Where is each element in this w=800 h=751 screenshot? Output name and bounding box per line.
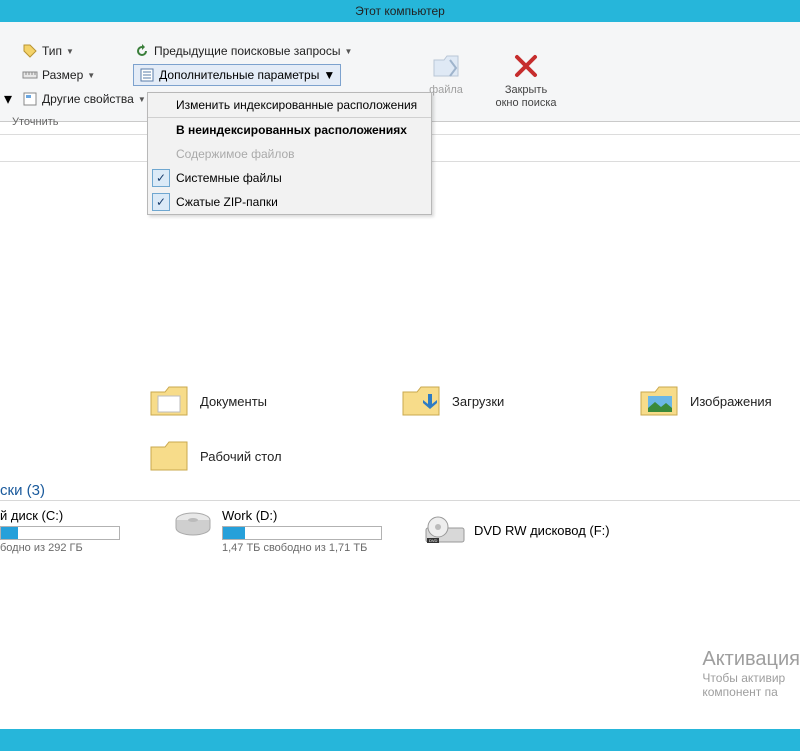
folder-icon [148,437,190,475]
folder-label: Изображения [690,394,772,409]
svg-text:DVD: DVD [429,538,438,543]
drive-d[interactable]: Work (D:) 1,47 ТБ свободно из 1,71 ТБ [172,508,382,554]
advanced-options-label: Дополнительные параметры [159,68,319,82]
menu-header-nonindexed: В неиндексированных расположениях [148,118,431,142]
refresh-icon [134,43,150,59]
chevron-down-icon: ▾ [4,89,12,109]
folder-label: Загрузки [452,394,504,409]
close-search-label-2: окно поиска [488,97,564,110]
menu-file-contents: Содержимое файлов [148,142,431,166]
close-search-button[interactable]: Закрыть окно поиска [488,50,564,110]
drive-space-bar [0,526,120,540]
menu-item-label: Сжатые ZIP-папки [176,195,278,209]
folder-downloads[interactable]: Загрузки [400,382,504,420]
folder-documents[interactable]: Документы [148,382,267,420]
drive-space-bar [222,526,382,540]
menu-header-label: В неиндексированных расположениях [176,123,407,137]
chevron-down-icon: ▼ [87,71,95,80]
other-properties-dropdown[interactable]: Другие свойства ▼ [18,89,150,109]
chevron-down-icon: ▼ [344,47,352,56]
watermark-title: Активация [702,648,800,671]
other-properties-label: Другие свойства [42,92,134,106]
drive-name: й диск (C:) [0,508,120,523]
ruler-icon [22,67,38,83]
folder-pictures-icon [638,382,680,420]
drive-name: Work (D:) [222,508,382,523]
folder-label: Рабочий стол [200,449,282,464]
menu-item-label: Содержимое файлов [176,147,295,161]
menu-zip-folders[interactable]: ✓ Сжатые ZIP-папки [148,190,431,214]
check-icon: ✓ [152,193,170,211]
advanced-options-dropdown[interactable]: Дополнительные параметры ▼ [133,64,341,86]
close-search-label-1: Закрыть [488,84,564,97]
previous-searches-label: Предыдущие поисковые запросы [154,44,341,58]
folder-downloads-icon [400,382,442,420]
chevron-down-icon: ▼ [138,95,146,104]
open-file-location-button: файла [408,50,484,97]
tag-icon [22,43,38,59]
advanced-options-menu: Изменить индексированные расположения В … [147,92,432,215]
folder-icon [148,382,190,420]
chevron-down-icon: ▼ [66,47,74,56]
menu-item-label: Изменить индексированные расположения [176,98,417,112]
kind-label: Тип [42,44,62,58]
size-label: Размер [42,68,83,82]
drive-name: DVD RW дисковод (F:) [474,514,610,548]
activation-watermark: Активация Чтобы активир компонент па [702,648,800,699]
folder-pictures[interactable]: Изображения [638,382,772,420]
window-titlebar: Этот компьютер [0,0,800,22]
folder-open-icon [430,50,462,82]
check-icon: ✓ [152,169,170,187]
drives-section-label: ски (3) [0,482,45,499]
dvd-drive-icon: DVD [424,514,466,548]
drive-c[interactable]: й диск (C:) бодно из 292 ГБ [0,508,120,554]
size-dropdown[interactable]: Размер ▼ [18,65,99,85]
options-icon [139,67,155,83]
watermark-line: Чтобы активир [702,671,800,685]
folder-desktop[interactable]: Рабочий стол [148,437,282,475]
close-icon [510,50,542,82]
window-title: Этот компьютер [355,4,445,18]
menu-system-files[interactable]: ✓ Системные файлы [148,166,431,190]
drive-free-text: 1,47 ТБ свободно из 1,71 ТБ [222,542,382,554]
menu-item-label: Системные файлы [176,171,282,185]
hdd-icon [172,508,214,542]
chevron-down-icon: ▼ [323,68,335,82]
properties-icon [22,91,38,107]
kind-dropdown[interactable]: Тип ▼ [18,41,78,61]
taskbar[interactable] [0,729,800,751]
section-divider [0,500,800,501]
drive-free-text: бодно из 292 ГБ [0,542,120,554]
folder-label: Документы [200,394,267,409]
drive-space-fill [1,527,18,539]
watermark-line: компонент па [702,685,800,699]
drive-space-fill [223,527,245,539]
menu-change-indexed-locations[interactable]: Изменить индексированные расположения [148,93,431,117]
drives-section-header[interactable]: ски (3) [0,482,45,499]
previous-searches-dropdown[interactable]: Предыдущие поисковые запросы ▼ [130,41,356,61]
drive-f[interactable]: DVD DVD RW дисковод (F:) [424,514,610,548]
